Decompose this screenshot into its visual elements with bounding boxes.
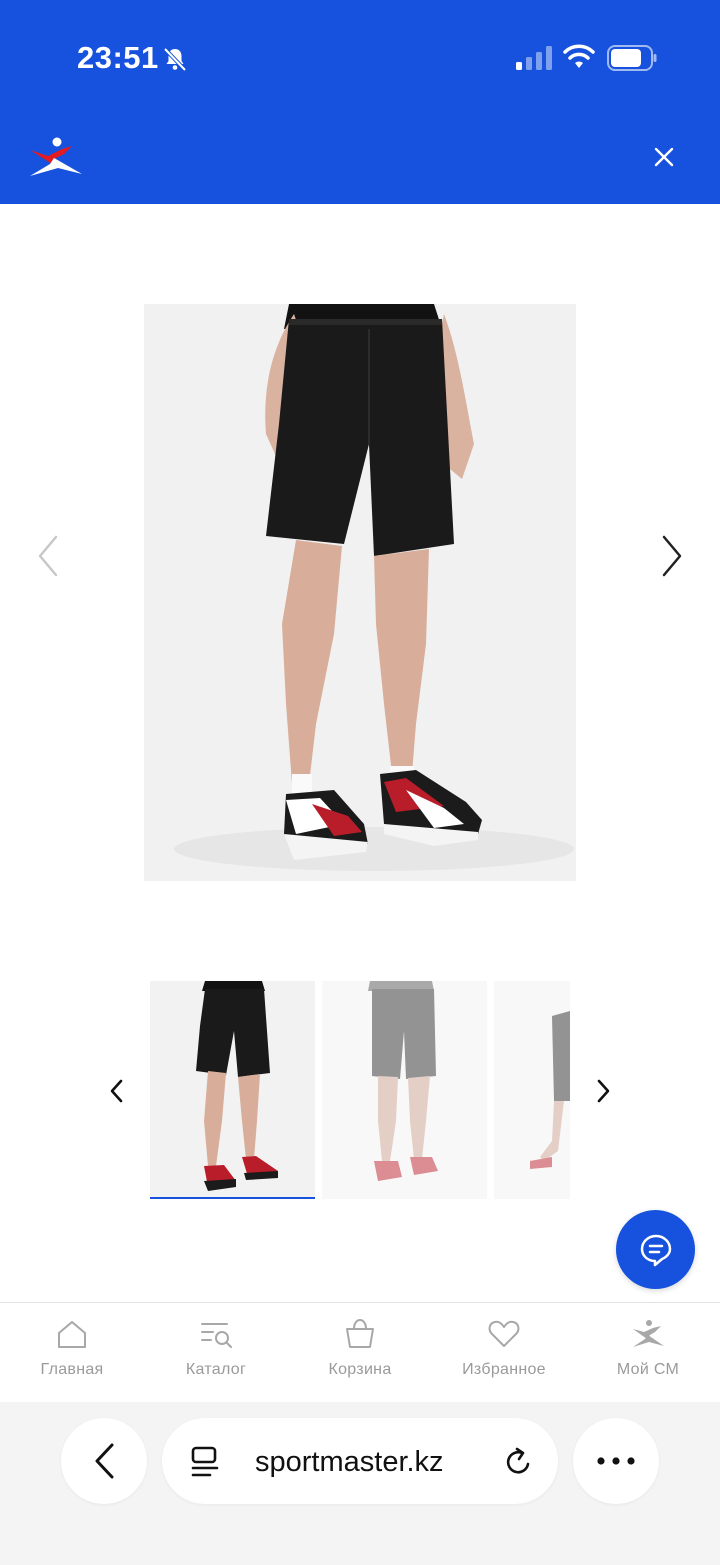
home-icon: [58, 1321, 86, 1348]
thumbnails-prev-button[interactable]: [96, 1066, 136, 1116]
cellular-signal-icon: [516, 46, 552, 70]
chevron-left-icon: [95, 1443, 114, 1479]
browser-address-bar[interactable]: sportmaster.kz: [162, 1418, 558, 1504]
close-button[interactable]: [648, 141, 680, 173]
more-dots-icon: [597, 1457, 635, 1465]
thumbnail-1[interactable]: [150, 981, 315, 1199]
wifi-icon: [563, 44, 595, 68]
thumbnail-3[interactable]: [494, 981, 570, 1199]
browser-back-button[interactable]: [61, 1418, 147, 1504]
nav-home-label: Главная: [40, 1361, 104, 1378]
sportmaster-logo-icon[interactable]: [28, 136, 84, 178]
bell-muted-icon: [163, 47, 187, 72]
chevron-right-icon: [597, 1079, 610, 1103]
nav-home[interactable]: Главная: [0, 1317, 144, 1387]
nav-basket-label: Корзина: [328, 1361, 392, 1378]
nav-basket[interactable]: Корзина: [288, 1317, 432, 1387]
nav-catalog-label: Каталог: [185, 1361, 247, 1378]
reload-icon[interactable]: [502, 1446, 534, 1478]
catalog-search-icon: [201, 1323, 232, 1348]
product-photo-shorts: [144, 304, 576, 881]
nav-my-sm-label: Мой СМ: [616, 1361, 680, 1378]
status-time: 23:51: [77, 40, 159, 75]
gallery-prev-button[interactable]: [28, 531, 68, 581]
sportmaster-person-icon: [633, 1320, 664, 1347]
browser-url: sportmaster.kz: [255, 1446, 444, 1478]
thumbnail-photo: [150, 981, 315, 1199]
chevron-right-icon: [662, 535, 682, 577]
battery-icon: [607, 45, 657, 71]
nav-favorites-label: Избранное: [462, 1361, 546, 1378]
active-thumbnail-indicator: [150, 1197, 315, 1199]
thumbnail-2[interactable]: [322, 981, 487, 1199]
nav-catalog[interactable]: Каталог: [144, 1317, 288, 1387]
nav-my-sm[interactable]: Мой СМ: [576, 1317, 720, 1387]
basket-icon: [346, 1318, 374, 1348]
gallery-next-button[interactable]: [652, 531, 692, 581]
thumbnail-photo: [494, 981, 570, 1199]
chat-button[interactable]: [616, 1210, 695, 1289]
thumbnail-strip: [150, 981, 570, 1203]
page-menu-icon[interactable]: [190, 1446, 220, 1478]
nav-favorites[interactable]: Избранное: [432, 1317, 576, 1387]
thumbnails-next-button[interactable]: [584, 1066, 624, 1116]
product-main-image[interactable]: [144, 304, 576, 881]
app-header: 23:51: [0, 0, 720, 204]
bottom-navigation: Главная Каталог Корзина Избранное Мой СМ: [0, 1302, 720, 1402]
chat-icon: [640, 1234, 671, 1266]
close-icon: [654, 147, 674, 167]
chevron-left-icon: [110, 1079, 123, 1103]
browser-more-button[interactable]: [573, 1418, 659, 1504]
heart-icon: [488, 1320, 520, 1347]
chevron-left-icon: [38, 535, 58, 577]
browser-toolbar: sportmaster.kz: [0, 1402, 720, 1565]
thumbnail-photo: [322, 981, 487, 1199]
